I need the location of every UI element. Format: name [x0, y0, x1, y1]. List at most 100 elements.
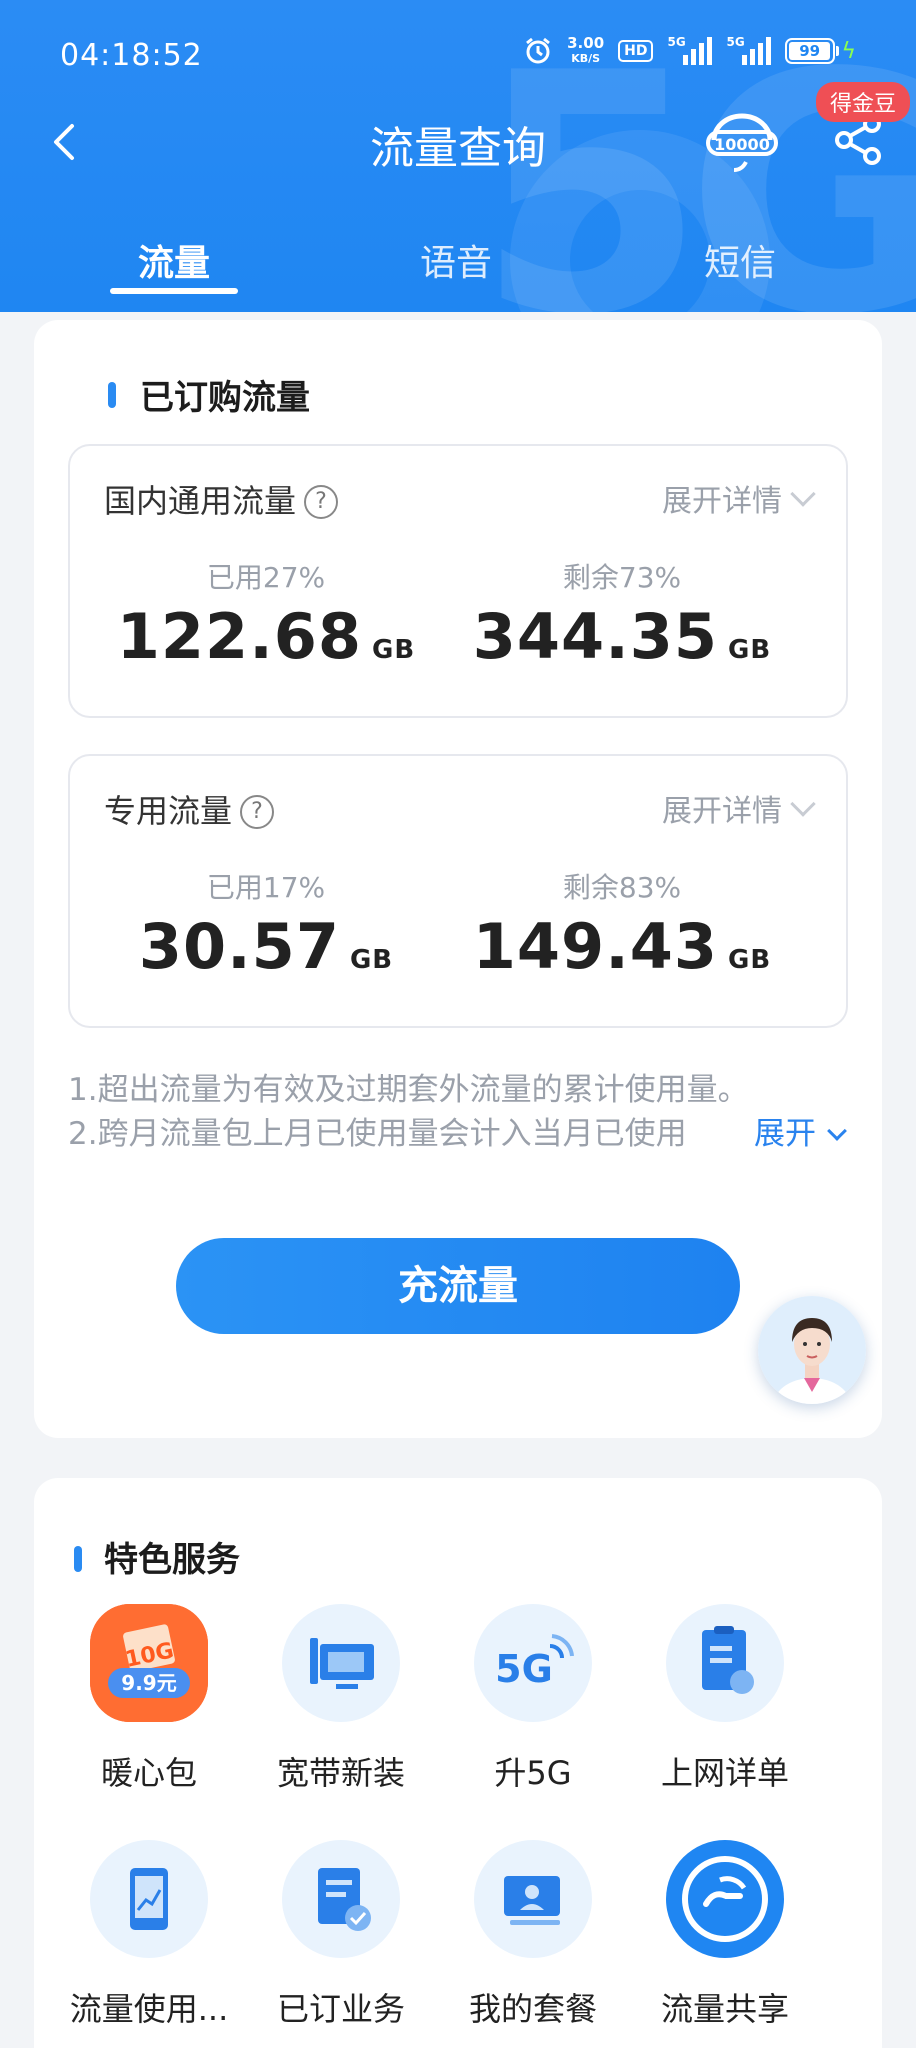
section-title-subscribed: 已订购流量	[106, 370, 310, 419]
section-marker	[74, 1546, 82, 1572]
clipboard-graphic	[702, 1626, 754, 1694]
share-hand-icon	[666, 1840, 784, 1958]
hotline-10000-icon[interactable]: 10000	[706, 110, 778, 174]
domestic-remain-value: 344.35 GB	[442, 600, 802, 673]
service-usage-detail[interactable]: 上网详单	[630, 1604, 820, 1794]
domestic-used-value: 122.68 GB	[86, 600, 446, 673]
domestic-used-stat: 已用27% 122.68 GB	[86, 556, 446, 673]
alarm-clock-icon	[526, 37, 551, 64]
chevron-down-icon	[790, 481, 816, 507]
service-data-sharing[interactable]: 流量共享	[630, 1840, 820, 2030]
broadband-graphic	[310, 1638, 374, 1689]
dedicated-used-value: 30.57 GB	[86, 910, 446, 983]
expand-detail-button[interactable]: 展开详情	[662, 786, 816, 830]
unit-gb: GB	[372, 635, 416, 665]
note-line-2-row: 2.跨月流量包上月已使用量会计入当月已使用 展开	[68, 1112, 868, 1156]
expand-detail-label: 展开详情	[662, 484, 782, 519]
service-my-plan[interactable]: 我的套餐	[438, 1840, 628, 2030]
unit-gb: GB	[728, 945, 772, 975]
network-speed: 3.00 KB/S	[567, 36, 604, 66]
tab-voice[interactable]: 语音	[356, 234, 556, 286]
domestic-remain-label: 剩余73%	[562, 561, 682, 594]
phone-chart-graphic	[130, 1868, 168, 1930]
expand-notes-link[interactable]: 展开	[754, 1112, 847, 1156]
broadband-monitor-icon	[282, 1604, 400, 1722]
document-check-graphic	[318, 1868, 371, 1931]
domestic-used-number: 122.68	[116, 600, 363, 673]
sim1-label: 5G	[667, 35, 686, 49]
gift-box-icon: 10G 9.9元	[90, 1604, 208, 1722]
domestic-used-label: 已用27%	[206, 561, 326, 594]
domestic-remain-number: 344.35	[472, 600, 719, 673]
5g-graphic: 5G	[495, 1634, 574, 1691]
domestic-data-box: 国内通用流量? 展开详情 已用27% 122.68 GB 剩余73% 344.35…	[68, 444, 848, 718]
5g-signal-icon: 5G	[474, 1604, 592, 1722]
tab-data[interactable]: 流量	[74, 234, 274, 286]
id-card-graphic	[504, 1876, 560, 1925]
domestic-remain-stat: 剩余73% 344.35 GB	[442, 556, 802, 673]
hd-voice-icon: HD	[618, 40, 654, 62]
dedicated-used-stat: 已用17% 30.57 GB	[86, 866, 446, 983]
status-icons: 3.00 KB/S HD 5G 5G 99 ϟ	[523, 35, 856, 66]
tab-active-indicator	[110, 288, 238, 294]
charging-bolt-icon: ϟ	[841, 38, 856, 64]
service-broadband[interactable]: 宽带新装	[246, 1604, 436, 1794]
5g-icon-text: 5G	[495, 1647, 553, 1691]
service-label: 我的套餐	[468, 1990, 597, 2028]
status-bar: 04:18:52 3.00 KB/S HD 5G 5G 99 ϟ	[0, 0, 916, 110]
note-line-2: 2.跨月流量包上月已使用量会计入当月已使用	[68, 1116, 687, 1152]
avatar-portrait-icon	[758, 1296, 866, 1404]
service-label: 流量使用...	[69, 1990, 229, 2028]
tab-sms[interactable]: 短信	[640, 234, 840, 286]
recharge-data-button[interactable]: 充流量	[176, 1238, 740, 1334]
chevron-down-icon	[790, 791, 816, 817]
battery-icon: 99 ϟ	[785, 38, 856, 64]
sim2-label: 5G	[726, 35, 745, 49]
share-hand-graphic	[682, 1856, 768, 1942]
status-time: 04:18:52	[60, 38, 203, 73]
gift-badge-bottom: 9.9元	[121, 1671, 176, 1695]
service-subscribed[interactable]: 已订业务	[246, 1840, 436, 2030]
dedicated-data-box: 专用流量? 展开详情 已用17% 30.57 GB 剩余83% 149.43 GB	[68, 754, 848, 1028]
signal-sim1-icon: 5G	[667, 35, 713, 65]
service-label: 已订业务	[276, 1990, 405, 2028]
assistant-avatar[interactable]	[758, 1296, 866, 1404]
signal-sim2-icon: 5G	[726, 35, 772, 65]
svg-text:10000: 10000	[714, 135, 770, 154]
dedicated-data-label: 专用流量	[104, 792, 233, 830]
dedicated-used-label: 已用17%	[206, 871, 326, 904]
expand-link-label: 展开	[754, 1116, 816, 1152]
header: 5G 04:18:52 3.00 KB/S HD 5G 5G 99 ϟ 流量查询…	[0, 0, 916, 312]
domestic-data-label: 国内通用流量	[104, 482, 297, 520]
dedicated-used-number: 30.57	[138, 910, 340, 983]
page-title: 流量查询	[370, 123, 546, 174]
notes: 1.超出流量为有效及过期套外流量的累计使用量。 2.跨月流量包上月已使用量会计入…	[68, 1068, 868, 1156]
battery-level: 99	[789, 42, 830, 60]
domestic-data-name: 国内通用流量?	[104, 476, 339, 522]
dedicated-remain-label: 剩余83%	[562, 871, 682, 904]
unit-gb: GB	[728, 635, 772, 665]
help-icon[interactable]: ?	[240, 795, 275, 829]
service-label: 上网详单	[660, 1754, 789, 1792]
dedicated-remain-number: 149.43	[472, 910, 719, 983]
dedicated-remain-value: 149.43 GB	[442, 910, 802, 983]
gold-bean-badge[interactable]: 得金豆	[816, 82, 911, 122]
subscribed-data-card: 已订购流量 国内通用流量? 展开详情 已用27% 122.68 GB 剩余73% …	[34, 320, 882, 1438]
service-label: 暖心包	[100, 1754, 197, 1792]
service-usage-trend[interactable]: 流量使用...	[54, 1840, 244, 2030]
clipboard-bill-icon	[666, 1604, 784, 1722]
unit-gb: GB	[349, 945, 394, 975]
help-icon[interactable]: ?	[304, 485, 339, 519]
id-card-icon	[474, 1840, 592, 1958]
featured-services-card: 特色服务 10G 9.9元 暖心包 宽带新装 5G 升5G 上网详单 流量使用.…	[34, 1478, 882, 2048]
section-title-services: 特色服务	[104, 1540, 240, 1580]
service-label: 流量共享	[660, 1990, 789, 2028]
tab-bar: 流量 语音 短信	[0, 226, 916, 306]
service-label: 升5G	[494, 1754, 572, 1792]
service-warm-pack[interactable]: 10G 9.9元 暖心包	[54, 1604, 244, 1794]
note-line-1: 1.超出流量为有效及过期套外流量的累计使用量。	[68, 1072, 749, 1108]
expand-detail-button[interactable]: 展开详情	[662, 476, 816, 520]
service-upgrade-5g[interactable]: 5G 升5G	[438, 1604, 628, 1794]
service-label: 宽带新装	[276, 1754, 405, 1792]
section-title-text: 已订购流量	[140, 378, 310, 418]
